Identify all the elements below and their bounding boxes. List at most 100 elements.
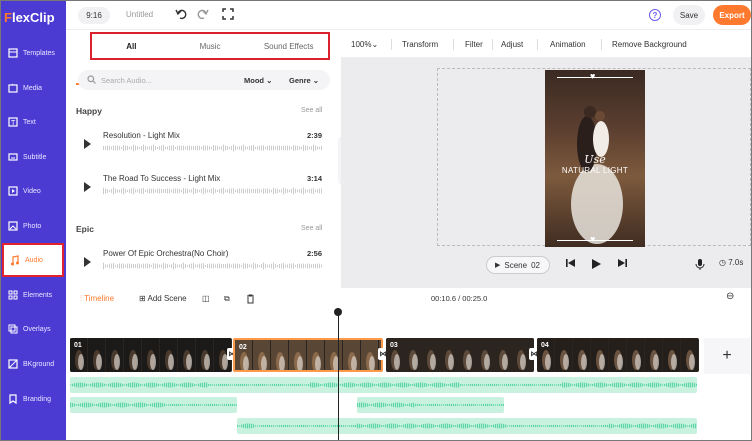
aspect-ratio-button[interactable]: 9:16 <box>78 7 110 24</box>
redo-icon[interactable] <box>196 7 210 21</box>
sidebar-item-overlays[interactable]: Overlays <box>1 314 66 344</box>
sidebar-item-photo[interactable]: Photo <box>1 211 66 241</box>
export-button[interactable]: Export <box>713 5 751 25</box>
clip-thumbnails <box>235 340 381 370</box>
sidebar-item-bkground[interactable]: BKground <box>1 349 66 379</box>
video-icon <box>7 186 18 197</box>
zoom-out-icon[interactable]: ⊖ <box>726 291 734 302</box>
preview-area: ♥ Use NATURAL LIGHT ♥ ▶ Scene 02 ◷ 7.0s <box>341 58 751 288</box>
play-button[interactable] <box>591 258 602 273</box>
clock-icon: ◷ <box>719 258 726 267</box>
mood-dropdown[interactable]: Mood ⌄ <box>244 76 272 85</box>
zoom-dropdown[interactable]: 100%⌄ <box>351 40 378 49</box>
sidebar-item-media[interactable]: Media <box>1 73 66 103</box>
zoom-level: 100% <box>351 40 372 49</box>
edit-toolbar: 100%⌄ Transform Filter Adjust Animation … <box>341 30 751 58</box>
playhead-handle[interactable] <box>334 308 342 316</box>
top-bar: 9:16 Untitled ? Save Export <box>66 1 751 30</box>
timeline-label: Timeline <box>84 294 115 303</box>
see-all-link[interactable]: See all <box>301 107 322 114</box>
microphone-icon[interactable] <box>695 258 705 273</box>
scene-duration[interactable]: ◷ 7.0s <box>719 258 743 267</box>
track-item[interactable]: Resolution - Light Mix 2:39 <box>84 130 324 160</box>
see-all-link[interactable]: See all <box>301 225 322 232</box>
animation-button[interactable]: Animation <box>550 40 586 49</box>
project-name[interactable]: Untitled <box>126 10 153 19</box>
scene-clip-01[interactable]: 01 <box>70 338 232 372</box>
play-icon: ▶ <box>495 262 501 269</box>
play-icon[interactable] <box>84 257 91 267</box>
play-icon[interactable] <box>84 139 91 149</box>
transform-button[interactable]: Transform <box>402 40 438 49</box>
sidebar-item-label: Audio <box>25 256 43 264</box>
svg-text:T: T <box>11 120 16 127</box>
fullscreen-icon[interactable] <box>221 7 235 21</box>
mood-label: Mood <box>244 76 264 85</box>
sidebar-item-label: Text <box>23 118 36 126</box>
heart-icon: ♥ <box>590 234 596 244</box>
scene-label: Scene <box>504 260 528 270</box>
sidebar-item-branding[interactable]: Branding <box>1 384 66 414</box>
filter-button[interactable]: Filter <box>465 40 483 49</box>
add-scene-button[interactable]: ⊞ Add Scene <box>139 294 187 303</box>
track-item[interactable]: Power Of Epic Orchestra(No Choir) 2:56 <box>84 248 324 278</box>
subtitle-icon <box>7 152 18 163</box>
timeline-toolbar: ⫶ Timeline ⊞ Add Scene ◫ ⧉ 00:10.6 / 00:… <box>66 288 751 308</box>
audio-track[interactable] <box>357 397 504 413</box>
background-icon <box>7 359 18 370</box>
timeline: 01 ⋈ 02 ⋈ 03 ⋈ 04 + <box>66 308 751 440</box>
scene-number: 02 <box>531 260 540 270</box>
genre-dropdown[interactable]: Genre ⌄ <box>289 76 319 85</box>
sidebar-item-subtitle[interactable]: Subtitle <box>1 142 66 172</box>
audio-tabs: All Music Sound Effects <box>90 32 330 60</box>
audio-track[interactable] <box>70 377 697 393</box>
overlay-text-title[interactable]: NATURAL LIGHT <box>545 166 645 175</box>
tab-music[interactable]: Music <box>171 34 250 58</box>
duplicate-icon[interactable]: ⧉ <box>224 294 230 304</box>
sidebar-item-label: Subtitle <box>23 153 47 161</box>
track-item[interactable]: The Road To Success - Light Mix 3:14 <box>84 173 324 203</box>
timeline-toggle[interactable]: ⫶ Timeline <box>80 294 114 304</box>
time-display: 00:10.6 / 00:25.0 <box>431 294 488 303</box>
sidebar-item-templates[interactable]: Templates <box>1 38 66 68</box>
scene-clip-04[interactable]: 04 <box>537 338 699 372</box>
skip-forward-icon[interactable] <box>617 258 628 271</box>
tab-sound-effects[interactable]: Sound Effects <box>249 34 328 58</box>
split-icon[interactable]: ◫ <box>202 294 210 303</box>
audio-track[interactable] <box>70 397 237 413</box>
clip-thumbnails <box>386 338 534 372</box>
clip-thumbnails <box>70 338 231 372</box>
audio-track[interactable] <box>237 418 697 434</box>
sidebar-item-audio[interactable]: Audio <box>2 243 64 277</box>
skip-back-icon[interactable] <box>565 258 576 271</box>
audio-panel: All Music Sound Effects Search Audio... … <box>66 30 339 288</box>
scene-selector[interactable]: ▶ Scene 02 <box>486 256 550 274</box>
sidebar-item-label: Overlays <box>23 325 51 333</box>
section-title-epic: Epic <box>76 224 94 234</box>
scene-clip-02[interactable]: 02 <box>233 338 383 372</box>
section-title-happy: Happy <box>76 106 102 116</box>
delete-icon[interactable] <box>246 294 255 306</box>
remove-background-button[interactable]: Remove Background <box>612 40 687 49</box>
play-icon[interactable] <box>84 182 91 192</box>
sidebar-item-text[interactable]: T Text <box>1 107 66 137</box>
divider <box>601 39 602 50</box>
video-preview[interactable]: ♥ Use NATURAL LIGHT ♥ <box>545 70 645 247</box>
sidebar-item-elements[interactable]: Elements <box>1 280 66 310</box>
search-input[interactable]: Search Audio... <box>101 76 152 85</box>
scene-clip-03[interactable]: 03 <box>386 338 534 372</box>
logo-text: lexClip <box>11 9 55 25</box>
tab-all[interactable]: All <box>92 34 171 58</box>
logo-mark: F <box>4 9 12 25</box>
clip-number: 02 <box>239 344 247 351</box>
heart-icon: ♥ <box>590 71 596 81</box>
playhead[interactable] <box>338 308 339 440</box>
overlay-text-script[interactable]: Use <box>545 153 645 166</box>
undo-icon[interactable] <box>174 7 188 21</box>
add-scene-plus-button[interactable]: + <box>704 338 750 374</box>
help-icon[interactable]: ? <box>649 9 661 21</box>
adjust-button[interactable]: Adjust <box>501 40 523 49</box>
add-icon: ⊞ <box>139 294 146 303</box>
save-button[interactable]: Save <box>673 5 705 25</box>
sidebar-item-video[interactable]: Video <box>1 176 66 206</box>
